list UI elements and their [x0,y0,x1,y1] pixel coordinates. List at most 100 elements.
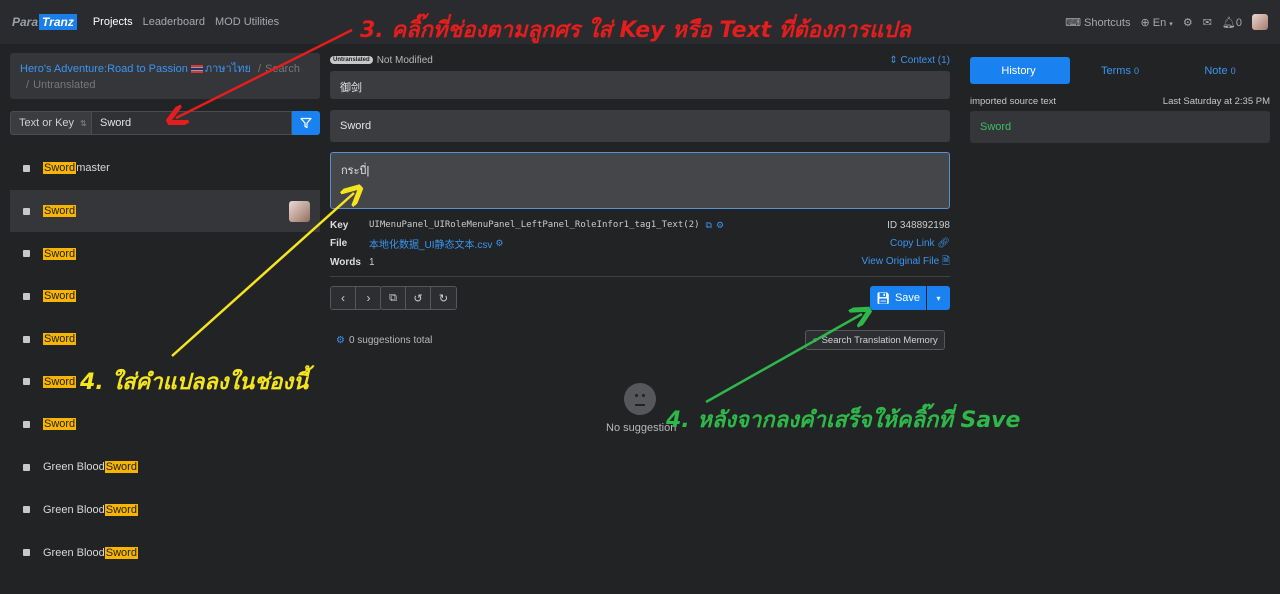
save-button[interactable]: 💾︎ Save [870,286,926,310]
paratranz-logo[interactable]: Para Tranz [12,14,77,30]
gear-icon[interactable]: ⚙ [336,335,345,346]
suggestions-total: ⚙ 0 suggestions total [336,335,432,346]
neutral-face-icon [624,383,656,415]
words-value: 1 [369,256,375,268]
face-mouth [635,404,645,406]
list-item[interactable]: Sword [10,403,320,446]
shortcuts-button[interactable]: ⌨ Shortcuts [1065,16,1130,29]
list-item[interactable]: Green Blood Sword [10,531,320,574]
file-link[interactable]: 本地化数据_UI静态文本.csv [369,236,492,251]
search-highlight: Sword [43,247,77,260]
list-item[interactable]: Sword [10,232,320,275]
context-link[interactable]: ⇕ Context (1) [889,55,950,66]
history-time: Last Saturday at 2:35 PM [1162,96,1270,107]
notifications-button[interactable]: 🔔︎0 [1222,16,1242,29]
search-highlight: Sword [104,546,138,559]
logo-tranz: Tranz [39,14,77,30]
breadcrumb-separator: / [26,79,30,91]
search-mode-select[interactable]: Text or Key ⇅ [10,111,91,135]
list-item-selected[interactable]: Sword [10,189,320,233]
status-dot [23,164,30,172]
file-label: File [330,237,348,249]
keyboard-icon: ⌨ [1065,16,1081,29]
shortcuts-label: Shortcuts [1084,16,1131,29]
search-icon: ⌕ [812,334,818,346]
breadcrumb-language-label: ภาษาไทย [204,63,251,75]
nav-mod-utilities[interactable]: MOD Utilities [215,16,279,28]
redo-button[interactable]: ↻ [431,287,456,309]
text-cursor: | [366,165,370,177]
nav-leaderboard[interactable]: Leaderboard [143,16,205,28]
translation-value: กระบี่ [341,165,367,177]
list-item[interactable]: Green Blood Sword [10,446,320,489]
status-dot [23,250,30,258]
gear-icon[interactable]: ⚙ [716,220,724,231]
tab-history[interactable]: History [970,57,1070,84]
breadcrumb-search[interactable]: Search [265,63,300,75]
list-item[interactable]: Sword master [10,147,320,190]
redo-icon: ↻ [438,292,449,305]
gear-icon[interactable]: ⚙ [1183,16,1193,29]
nav-projects[interactable]: Projects [93,16,133,28]
context-label: Context (1) [900,54,950,66]
filter-button[interactable] [292,111,320,135]
copy-icon[interactable]: ⧉ [706,220,712,231]
filter-icon [300,117,312,129]
string-list: Sword master Sword Sword Sword Sword Swo… [10,147,320,574]
search-highlight: Sword [104,461,138,474]
logo-para: Para [12,15,39,29]
next-button[interactable]: › [356,287,381,309]
copy-link-button[interactable]: Copy Link 🔗︎ [890,238,950,249]
tab-note[interactable]: Note 0 [1170,57,1270,84]
history-header: imported source text Last Saturday at 2:… [970,96,1270,107]
history-entry: Sword [970,111,1270,143]
language-label: En [1152,16,1167,29]
key-value: UIMenuPanel_UIRoleMenuPanel_LeftPanel_Ro… [369,220,700,230]
status-dot [23,378,30,386]
green-arrow [705,314,862,404]
list-item-suffix: master [76,162,110,175]
file-row: File 本地化数据_UI静态文本.csv ⚙ Copy Link 🔗︎ [330,236,950,251]
tab-note-label: Note [1204,64,1228,77]
search-translation-memory-button[interactable]: ⌕ Search Translation Memory [805,330,945,350]
gear-icon[interactable]: ⚙ [495,238,503,249]
list-item-prefix: Green Blood [43,461,105,474]
copy-original-button[interactable]: ⧉ [381,287,406,309]
undo-button[interactable]: ↺ [406,287,431,309]
search-highlight: Sword [43,418,77,431]
copy-link-label: Copy Link [890,237,935,249]
bell-icon: 🔔︎ [1221,16,1236,29]
user-avatar[interactable] [1252,14,1268,30]
status-dot [23,463,30,471]
tab-terms[interactable]: Terms 0 [1070,57,1170,84]
suggestions-total-label: 0 suggestions total [348,335,433,346]
save-options-dropdown[interactable]: ▾ [927,286,950,310]
breadcrumb-project[interactable]: Hero's Adventure:Road to Passion [20,63,188,75]
translation-textarea[interactable]: กระบี่| [330,152,950,209]
navigation-button-group: ‹ › [330,286,382,310]
side-tabs: History Terms 0 Note 0 [970,57,1270,84]
breadcrumb-language[interactable]: ภาษาไทย [190,63,251,75]
key-label: Key [330,219,349,231]
search-highlight: Sword [43,333,77,346]
list-item[interactable]: Sword [10,275,320,318]
view-original-file-link[interactable]: View Original File 🗎︎ [862,254,950,271]
status-badge: Untranslated [330,56,373,64]
status-dot [23,506,30,514]
search-input[interactable] [91,111,292,135]
language-dropdown[interactable]: ⊕ En ▾ [1140,16,1172,29]
previous-button[interactable]: ‹ [331,287,356,309]
search-tm-label: Search Translation Memory [821,334,938,346]
mail-icon[interactable]: ✉ [1203,16,1212,29]
list-item[interactable]: Green Blood Sword [10,489,320,532]
list-item[interactable]: Sword [10,318,320,361]
notification-count: 0 [1235,16,1242,29]
tab-note-count: 0 [1230,65,1236,76]
key-row: Key UIMenuPanel_UIRoleMenuPanel_LeftPane… [330,218,950,232]
floppy-disk-icon: 💾︎ [875,292,890,305]
search-highlight: Sword [104,503,138,516]
search-bar: Text or Key ⇅ [10,111,320,135]
breadcrumb: Hero's Adventure:Road to Passion ภาษาไทย… [10,53,320,99]
search-highlight: Sword [43,162,77,175]
link-icon: 🔗︎ [937,237,950,249]
